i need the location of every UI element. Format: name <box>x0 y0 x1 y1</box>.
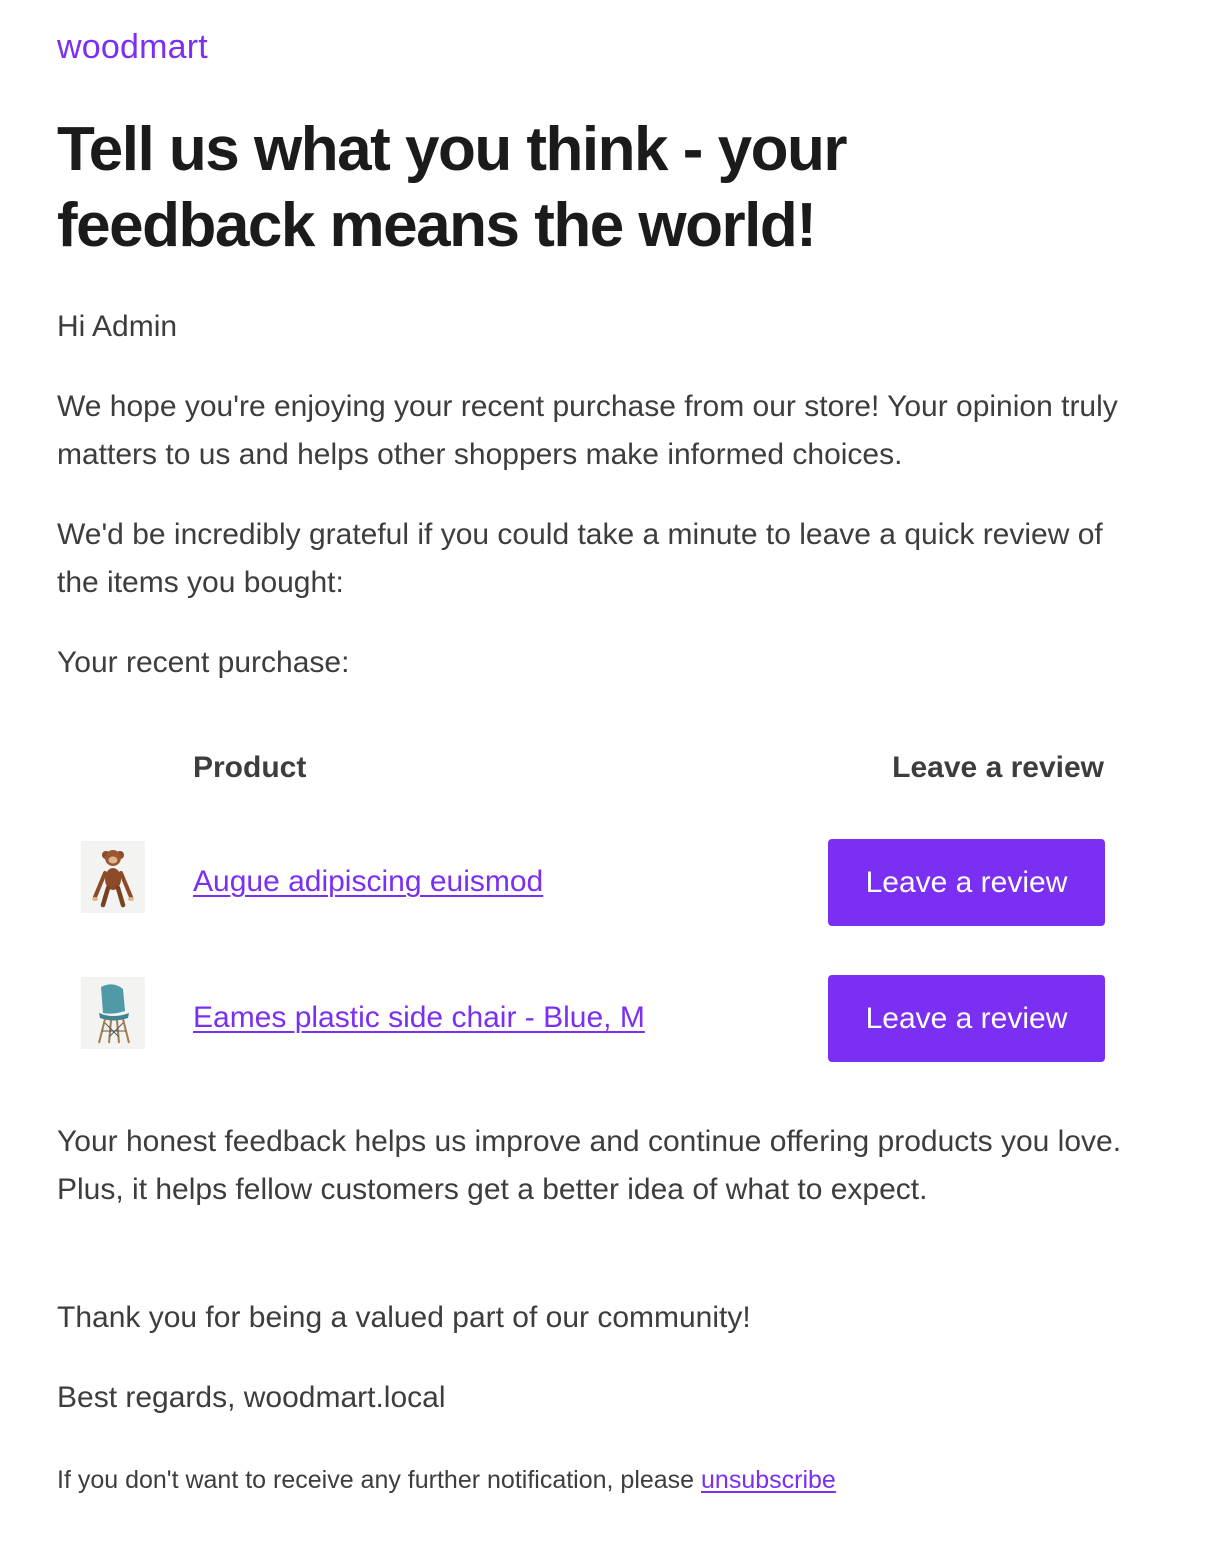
brand-logo[interactable]: woodmart <box>57 28 208 67</box>
footer-note-text: If you don't want to receive any further… <box>57 1466 702 1494</box>
leave-review-button[interactable]: Leave a review <box>828 839 1105 926</box>
thanks-paragraph: Thank you for being a valued part of our… <box>57 1301 751 1334</box>
email-headline: Tell us what you think - your feedback m… <box>57 115 847 260</box>
table-row: Eames plastic side chair - Blue, M Leave… <box>57 974 1105 1062</box>
email-body: woodmart Tell us what you think - your f… <box>0 0 1206 1552</box>
product-link[interactable]: Eames plastic side chair - Blue, M <box>193 996 645 1040</box>
greeting-text: Hi Admin <box>57 310 178 343</box>
wooden-monkey-toy-icon[interactable] <box>81 841 145 913</box>
product-column-header: Product <box>193 751 307 784</box>
request-paragraph: We'd be incredibly grateful if you could… <box>57 518 1103 599</box>
intro-paragraph: We hope you're enjoying your recent purc… <box>57 390 1118 471</box>
feedback-paragraph: Your honest feedback helps us improve an… <box>57 1125 1122 1206</box>
blue-side-chair-icon[interactable] <box>81 977 145 1049</box>
product-link[interactable]: Augue adipiscing euismod <box>193 860 543 904</box>
review-column-header: Leave a review <box>892 751 1104 784</box>
table-row: Augue adipiscing euismod Leave a review <box>57 838 1105 926</box>
signoff-text: Best regards, woodmart.local <box>57 1381 446 1414</box>
leave-review-button[interactable]: Leave a review <box>828 975 1105 1062</box>
unsubscribe-link[interactable]: unsubscribe <box>701 1466 836 1494</box>
recent-purchase-label: Your recent purchase: <box>57 646 350 679</box>
footer-note: If you don't want to receive any further… <box>57 1460 836 1500</box>
